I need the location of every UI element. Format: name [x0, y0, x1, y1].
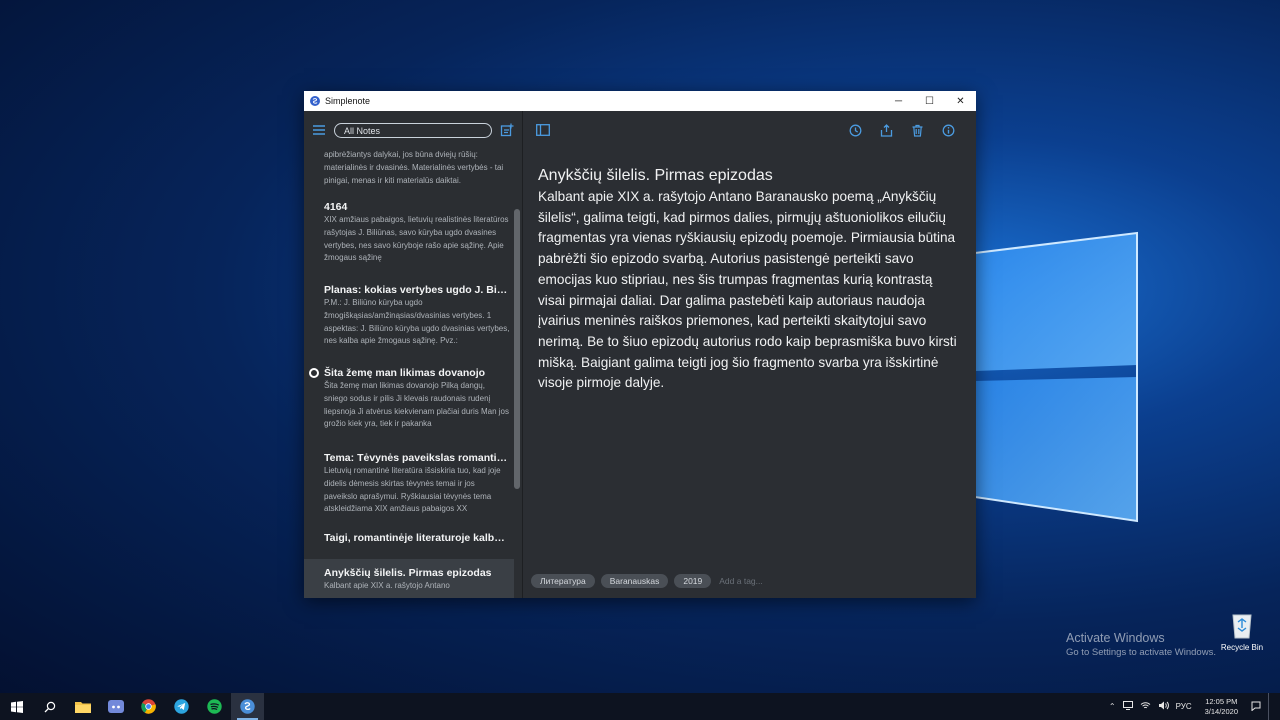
menu-icon[interactable] [312, 124, 326, 136]
close-button[interactable]: ✕ [945, 91, 976, 111]
list-item[interactable]: Tema: Tėvynės paveikslas romantinėje lit… [304, 449, 514, 529]
language-indicator[interactable]: РУС [1176, 702, 1192, 711]
list-item[interactable]: Planas: kokias vertybes ugdo J. Biliūno … [304, 281, 514, 364]
note-preview: Šita žemę man likimas dovanojo Pilką dan… [324, 381, 509, 429]
pin-icon[interactable] [309, 368, 319, 378]
note-title: Planas: kokias vertybes ugdo J. Biliūno … [324, 284, 514, 296]
maximize-button[interactable]: ☐ [914, 91, 945, 111]
tag-chip[interactable]: Литература [531, 574, 595, 588]
note-list: apibrėžiantys dalykai, jos būna dviejų r… [304, 149, 514, 598]
wifi-icon[interactable] [1140, 701, 1151, 712]
simplenote-window: Simplenote ─ ☐ ✕ All Notes apibrėžiantys… [304, 91, 976, 598]
recycle-bin-label: Recycle Bin [1220, 643, 1264, 652]
history-icon[interactable] [840, 124, 871, 137]
system-tray: ⌃ РУС 12:05 PM 3/14/2020 [1109, 693, 1280, 720]
list-item[interactable]: Šita žemę man likimas dovanojo Šita žemę… [304, 364, 514, 449]
notes-sidebar: All Notes apibrėžiantys dalykai, jos būn… [304, 111, 523, 598]
activation-watermark: Activate Windows Go to Settings to activ… [1066, 631, 1216, 658]
note-heading[interactable]: Anykščių šilelis. Pirmas epizodas [538, 166, 961, 186]
recycle-bin-shortcut[interactable]: Recycle Bin [1219, 611, 1265, 652]
clock[interactable]: 12:05 PM 3/14/2020 [1199, 697, 1244, 717]
window-titlebar[interactable]: Simplenote ─ ☐ ✕ [304, 91, 976, 111]
taskbar: ⌃ РУС 12:05 PM 3/14/2020 [0, 693, 1280, 720]
note-title: Anykščių šilelis. Pirmas epizodas [324, 567, 492, 579]
tag-chip[interactable]: Baranauskas [600, 574, 669, 588]
trash-icon[interactable] [902, 124, 933, 137]
clock-time: 12:05 PM [1205, 696, 1238, 706]
watermark-title: Activate Windows [1066, 631, 1165, 645]
spotify-icon[interactable] [198, 693, 231, 720]
minimize-button[interactable]: ─ [883, 91, 914, 111]
watermark-subtitle: Go to Settings to activate Windows. [1066, 647, 1216, 658]
search-icon[interactable] [33, 693, 66, 720]
recycle-bin-icon [1232, 614, 1252, 639]
simplenote-taskbar-icon[interactable] [231, 693, 264, 720]
tag-chip[interactable]: 2019 [674, 574, 712, 588]
discord-icon[interactable] [99, 693, 132, 720]
note-preview: XIX amžiaus pabaigos, lietuvių realistin… [324, 215, 509, 263]
list-item[interactable]: 4164 XIX amžiaus pabaigos, lietuvių real… [304, 198, 514, 281]
note-title: Taigi, romantinėje literaturoje kalbama … [324, 532, 514, 544]
new-note-icon[interactable] [500, 123, 514, 137]
telegram-icon[interactable] [165, 693, 198, 720]
note-body-text[interactable]: Kalbant apie XIX a. rašytojo Antano Bara… [538, 187, 961, 394]
note-preview: apibrėžiantys dalykai, jos būna dviejų r… [324, 150, 504, 185]
chevron-up-icon[interactable]: ⌃ [1109, 702, 1116, 711]
note-preview: Kalbant apie XIX a. rašytojo Antano [324, 581, 450, 590]
list-item[interactable]: apibrėžiantys dalykai, jos būna dviejų r… [304, 149, 514, 198]
simplenote-app-icon [310, 96, 320, 106]
list-item-selected[interactable]: Anykščių šilelis. Pirmas epizodas Kalban… [304, 559, 514, 598]
note-title: 4164 [324, 201, 348, 213]
chrome-icon[interactable] [132, 693, 165, 720]
windows-wallpaper-logo [974, 225, 1140, 525]
toggle-sidebar-icon[interactable] [535, 124, 551, 136]
share-icon[interactable] [871, 123, 902, 137]
note-editor: Anykščių šilelis. Pirmas epizodas Kalban… [523, 111, 976, 598]
network-icon[interactable] [1122, 701, 1133, 712]
notifications-icon[interactable] [1251, 701, 1261, 713]
start-icon[interactable] [0, 693, 33, 720]
volume-icon[interactable] [1158, 701, 1169, 712]
show-desktop-button[interactable] [1268, 693, 1272, 720]
sidebar-scrollbar[interactable] [514, 209, 520, 489]
note-title: Tema: Tėvynės paveikslas romantinėje lit… [324, 452, 514, 464]
window-title: Simplenote [325, 96, 371, 106]
note-preview: Lietuvių romantinė literatūra išsiskiria… [324, 466, 501, 514]
note-title: Šita žemę man likimas dovanojo [324, 367, 486, 379]
file-explorer-icon[interactable] [66, 693, 99, 720]
note-preview: P.M.: J. Biliūno kūryba ugdo žmogiškąsia… [324, 298, 510, 346]
add-tag-input[interactable]: Add a tag... [719, 576, 762, 586]
search-input[interactable]: All Notes [334, 122, 492, 138]
tag-bar: Литература Baranauskas 2019 Add a tag... [531, 574, 763, 588]
info-icon[interactable] [933, 124, 964, 137]
list-item[interactable]: Taigi, romantinėje literaturoje kalbama … [304, 529, 514, 559]
clock-date: 3/14/2020 [1204, 706, 1238, 716]
